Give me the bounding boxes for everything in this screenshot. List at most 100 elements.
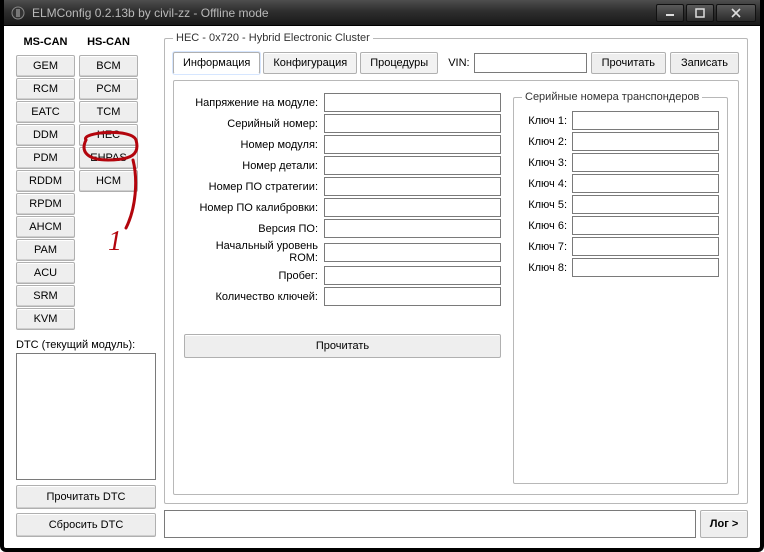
key-field[interactable] [572,111,719,130]
info-field[interactable] [324,177,501,196]
module-bcm[interactable]: BCM [79,55,138,77]
info-field[interactable] [324,156,501,175]
info-row-8: Пробег: [184,266,501,285]
info-field[interactable] [324,198,501,217]
module-rcm[interactable]: RCM [16,78,75,100]
vin-input[interactable] [474,53,587,73]
clear-dtc-button[interactable]: Сбросить DTC [16,513,156,537]
info-row-4: Номер ПО стратегии: [184,177,501,196]
key-label: Ключ 2: [522,136,572,148]
info-label: Количество ключей: [184,291,324,303]
module-tcm[interactable]: TCM [79,101,138,123]
module-pcm[interactable]: PCM [79,78,138,100]
window-title: ELMConfig 0.2.13b by civil-zz - Offline … [32,6,656,20]
info-label: Номер ПО стратегии: [184,181,324,193]
key-field[interactable] [572,174,719,193]
info-field[interactable] [324,287,501,306]
module-ddm[interactable]: DDM [16,124,75,146]
info-row-0: Напряжение на модуле: [184,93,501,112]
read-info-button[interactable]: Прочитать [184,334,501,358]
info-label: Пробег: [184,270,324,282]
key-label: Ключ 1: [522,115,572,127]
log-output[interactable] [164,510,696,538]
minimize-button[interactable] [656,4,684,22]
hs-can-column: HS-CAN BCMPCMTCMHECEHPASHCM [79,32,138,331]
info-field[interactable] [324,243,501,262]
dtc-label: DTC (текущий модуль): [16,339,156,351]
module-srm[interactable]: SRM [16,285,75,307]
info-field[interactable] [324,266,501,285]
info-label: Начальный уровень ROM: [184,240,324,264]
read-dtc-button[interactable]: Прочитать DTC [16,485,156,509]
log-toggle-button[interactable]: Лог > [700,510,748,538]
key-label: Ключ 3: [522,157,572,169]
key-field[interactable] [572,153,719,172]
maximize-button[interactable] [686,4,714,22]
key-label: Ключ 7: [522,241,572,253]
module-acu[interactable]: ACU [16,262,75,284]
key-field[interactable] [572,216,719,235]
module-gem[interactable]: GEM [16,55,75,77]
transponders-legend: Серийные номера транспондеров [522,91,702,103]
module-rddm[interactable]: RDDM [16,170,75,192]
read-vin-button[interactable]: Прочитать [591,52,666,74]
info-row-1: Серийный номер: [184,114,501,133]
key-row-7: Ключ 7: [522,237,719,256]
info-label: Серийный номер: [184,118,324,130]
dtc-listbox[interactable] [16,353,156,480]
info-field[interactable] [324,219,501,238]
module-hcm[interactable]: HCM [79,170,138,192]
info-row-6: Версия ПО: [184,219,501,238]
key-row-3: Ключ 3: [522,153,719,172]
module-eatc[interactable]: EATC [16,101,75,123]
info-label: Номер детали: [184,160,324,172]
key-label: Ключ 5: [522,199,572,211]
key-label: Ключ 8: [522,262,572,274]
key-label: Ключ 6: [522,220,572,232]
tab-0[interactable]: Информация [173,52,260,74]
info-label: Версия ПО: [184,223,324,235]
tab-bar: ИнформацияКонфигурацияПроцедуры [173,52,438,74]
transponders-group: Серийные номера транспондеров Ключ 1: Клю… [513,91,728,484]
ms-can-header: MS-CAN [16,32,75,54]
key-row-6: Ключ 6: [522,216,719,235]
key-row-4: Ключ 4: [522,174,719,193]
module-hec[interactable]: HEC [79,124,138,146]
info-row-7: Начальный уровень ROM: [184,240,501,264]
vin-label: VIN: [448,57,469,69]
module-ahcm[interactable]: AHCM [16,216,75,238]
key-field[interactable] [572,258,719,277]
module-group: HEC - 0x720 - Hybrid Electronic Cluster … [164,32,748,504]
module-kvm[interactable]: KVM [16,308,75,330]
module-pdm[interactable]: PDM [16,147,75,169]
key-field[interactable] [572,195,719,214]
module-rpdm[interactable]: RPDM [16,193,75,215]
close-button[interactable] [716,4,756,22]
key-row-1: Ключ 1: [522,111,719,130]
key-field[interactable] [572,132,719,151]
tab-1[interactable]: Конфигурация [263,52,357,74]
info-row-5: Номер ПО калибровки: [184,198,501,217]
info-field[interactable] [324,135,501,154]
info-label: Номер модуля: [184,139,324,151]
info-field[interactable] [324,114,501,133]
module-pam[interactable]: PAM [16,239,75,261]
ms-can-column: MS-CAN GEMRCMEATCDDMPDMRDDMRPDMAHCMPAMAC… [16,32,75,331]
module-legend: HEC - 0x720 - Hybrid Electronic Cluster [173,32,373,44]
info-label: Номер ПО калибровки: [184,202,324,214]
tab-2[interactable]: Процедуры [360,52,438,74]
key-field[interactable] [572,237,719,256]
hs-can-header: HS-CAN [79,32,138,54]
key-row-5: Ключ 5: [522,195,719,214]
app-window: ELMConfig 0.2.13b by civil-zz - Offline … [0,0,764,552]
info-field[interactable] [324,93,501,112]
info-row-3: Номер детали: [184,156,501,175]
key-row-2: Ключ 2: [522,132,719,151]
module-ehpas[interactable]: EHPAS [79,147,138,169]
info-row-9: Количество ключей: [184,287,501,306]
write-vin-button[interactable]: Записать [670,52,739,74]
module-selector-panel: MS-CAN GEMRCMEATCDDMPDMRDDMRPDMAHCMPAMAC… [16,32,156,538]
titlebar[interactable]: ELMConfig 0.2.13b by civil-zz - Offline … [4,0,760,26]
key-label: Ключ 4: [522,178,572,190]
key-row-8: Ключ 8: [522,258,719,277]
